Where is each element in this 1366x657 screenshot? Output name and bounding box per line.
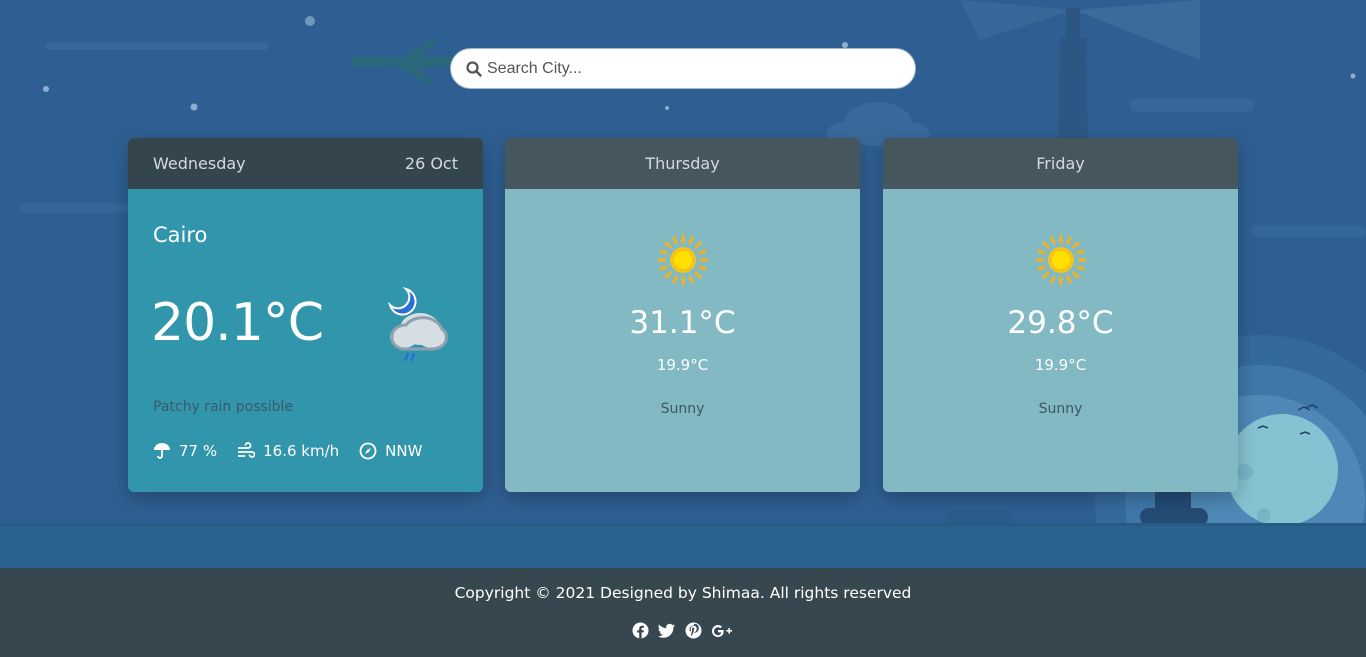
current-temperature: 20.1°C [151,293,324,353]
search-icon [465,60,483,78]
pinterest-icon[interactable] [685,622,702,639]
wind-direction: NNW [359,442,422,460]
forecast-condition: Sunny [660,401,705,417]
today-card-body: Cairo 20.1°C Patchy rain possible 77 % 1… [128,189,483,492]
forecast-card: Friday 29.8°C 19.9°C Sunny [883,138,1238,492]
humidity: 77 % [153,442,217,460]
forecast-max-temp: 31.1°C [629,305,736,341]
today-day: Wednesday [153,154,246,173]
wind-direction-value: NNW [385,442,423,460]
forecast-min-temp: 19.9°C [656,356,709,374]
today-date: 26 Oct [404,154,458,173]
social-links [632,622,742,639]
footer: Copyright © 2021 Designed by Shimaa. All… [0,568,1366,657]
today-card: Wednesday 26 Oct Cairo 20.1°C Patchy rai… [128,138,483,492]
sun-icon [1035,234,1087,286]
forecast-condition: Sunny [1038,401,1083,417]
facebook-icon[interactable] [632,622,649,639]
today-card-header: Wednesday 26 Oct [128,138,483,189]
forecast-day: Thursday [505,138,860,189]
wind-icon [238,442,256,458]
copyright-text: Copyright © 2021 Designed by Shimaa. All… [454,584,912,602]
sun-icon [657,234,709,286]
condition-text: Patchy rain possible [153,399,294,415]
forecast-day: Friday [883,138,1238,189]
compass-icon [359,442,377,460]
umbrella-icon [154,443,170,459]
google-plus-icon[interactable] [711,623,733,639]
forecast-min-temp: 19.9°C [1034,356,1087,374]
forecast-card-body: 31.1°C 19.9°C Sunny [505,189,860,492]
twitter-icon[interactable] [658,623,676,639]
forecast-card-body: 29.8°C 19.9°C Sunny [883,189,1238,492]
forecast-card: Thursday 31.1°C 19.9°C Sunny [505,138,860,492]
humidity-value: 77 % [179,442,218,460]
weather-details: 77 % 16.6 km/h NNW [153,442,442,460]
city-name: Cairo [153,223,208,247]
forecast-max-temp: 29.8°C [1007,305,1114,341]
search-city-input[interactable] [487,59,887,78]
wind-speed: 16.6 km/h [237,442,339,460]
night-cloud-rain-icon [388,287,448,362]
wind-speed-value: 16.6 km/h [263,442,340,460]
search-bar[interactable] [450,48,916,89]
